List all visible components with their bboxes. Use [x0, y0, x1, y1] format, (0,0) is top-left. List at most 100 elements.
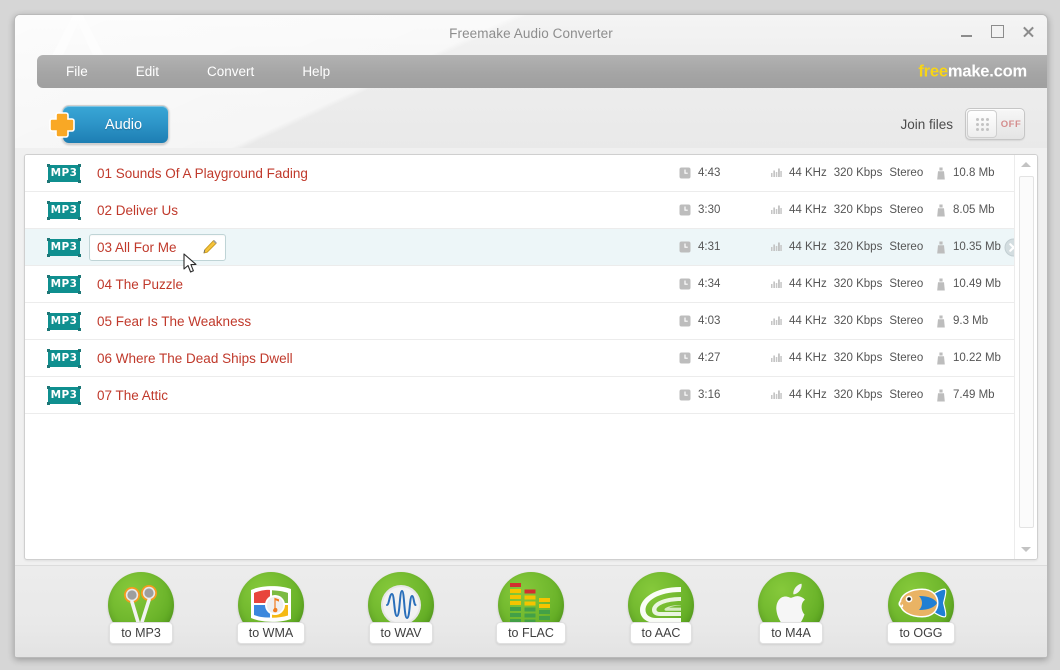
channels-value: Stereo: [889, 241, 923, 253]
table-row[interactable]: MP302 Deliver Us3:3044 KHz320 KbpsStereo…: [25, 192, 1015, 229]
format-badge-label: MP3: [51, 389, 78, 401]
table-row[interactable]: MP305 Fear Is The Weakness4:0344 KHz320 …: [25, 303, 1015, 340]
scroll-up-button[interactable]: [1015, 156, 1037, 173]
output-format-bar: to MP3 to WMA to WAV to FLAC to AAC to M4A to …: [15, 565, 1047, 658]
bitrate-value: 320 Kbps: [834, 278, 883, 290]
file-list: MP301 Sounds Of A Playground Fading4:434…: [25, 155, 1015, 559]
format-button-to-wav[interactable]: to WAV: [354, 570, 448, 654]
duration-icon: [679, 278, 691, 290]
audio-quality-icon: [771, 167, 782, 179]
format-badge-label: MP3: [51, 352, 78, 364]
duration-icon: [679, 241, 691, 253]
duration-icon: [679, 204, 691, 216]
format-button-label: to WAV: [369, 622, 434, 644]
format-badge-label: MP3: [51, 315, 78, 327]
mouse-cursor: [183, 253, 199, 275]
audio-quality-icon: [771, 204, 782, 216]
brand-make-text: make.com: [948, 62, 1027, 80]
audio-quality-icon: [771, 352, 782, 364]
file-size-icon: [936, 315, 946, 328]
channels-value: Stereo: [889, 278, 923, 290]
sample-rate-value: 44 KHz: [789, 315, 827, 327]
format-button-to-aac[interactable]: to AAC: [614, 570, 708, 654]
window-controls: [958, 23, 1037, 40]
duration-value: 4:31: [698, 241, 720, 253]
file-size-value: 9.3 Mb: [953, 315, 988, 327]
audio-info-cell: 44 KHz320 KbpsStereo: [771, 241, 923, 253]
file-size-cell: 10.35 Mb: [936, 241, 1001, 254]
channels-value: Stereo: [889, 315, 923, 327]
format-badge-label: MP3: [51, 167, 78, 179]
sample-rate-value: 44 KHz: [789, 278, 827, 290]
file-size-value: 10.49 Mb: [953, 278, 1001, 290]
table-row[interactable]: MP306 Where The Dead Ships Dwell4:2744 K…: [25, 340, 1015, 377]
duration-cell: 3:30: [679, 204, 720, 216]
freemake-brand-link[interactable]: freemake.com: [918, 62, 1027, 81]
mp3-format-icon: MP3: [48, 313, 80, 330]
table-row[interactable]: MP304 The Puzzle4:3444 KHz320 KbpsStereo…: [25, 266, 1015, 303]
file-size-icon: [936, 167, 946, 180]
window-header: Freemake Audio Converter File Edit Conve…: [15, 15, 1047, 148]
menu-item-help[interactable]: Help: [293, 60, 339, 83]
mp3-format-icon: MP3: [48, 350, 80, 367]
format-button-to-mp3[interactable]: to MP3: [94, 570, 188, 654]
file-list-panel: MP301 Sounds Of A Playground Fading4:434…: [24, 154, 1038, 560]
channels-value: Stereo: [889, 167, 923, 179]
audio-quality-icon: [771, 241, 782, 253]
close-button[interactable]: [1020, 23, 1037, 40]
join-files-toggle[interactable]: OFF: [965, 108, 1025, 140]
file-size-icon: [936, 352, 946, 365]
format-button-to-ogg[interactable]: to OGG: [874, 570, 968, 654]
duration-value: 4:03: [698, 315, 720, 327]
format-button-label: to OGG: [887, 622, 954, 644]
table-row[interactable]: MP3 03 All For Me 4:31 44 KHz320 KbpsStereo…: [25, 229, 1015, 266]
add-audio-button[interactable]: Audio: [62, 105, 169, 144]
format-button-to-m4a[interactable]: to M4A: [744, 570, 838, 654]
scrollbar-thumb[interactable]: [1019, 176, 1034, 528]
file-size-cell: 9.3 Mb: [936, 315, 988, 328]
channels-value: Stereo: [889, 352, 923, 364]
scroll-down-button[interactable]: [1015, 541, 1037, 558]
duration-cell: 3:16: [679, 389, 720, 401]
edit-pencil-icon[interactable]: [201, 239, 218, 256]
duration-cell: 4:03: [679, 315, 720, 327]
rename-input-value: 03 All For Me: [90, 240, 177, 255]
file-size-icon: [936, 241, 946, 254]
duration-value: 4:43: [698, 167, 720, 179]
duration-cell: 4:31: [679, 241, 720, 253]
sample-rate-value: 44 KHz: [789, 204, 827, 216]
minimize-button[interactable]: [958, 23, 975, 40]
bitrate-value: 320 Kbps: [834, 352, 883, 364]
format-button-label: to MP3: [109, 622, 173, 644]
format-button-label: to WMA: [237, 622, 305, 644]
duration-icon: [679, 389, 691, 401]
application-window: Freemake Audio Converter File Edit Conve…: [14, 14, 1048, 658]
duration-value: 3:30: [698, 204, 720, 216]
file-size-cell: 10.8 Mb: [936, 167, 995, 180]
duration-value: 3:16: [698, 389, 720, 401]
file-size-icon: [936, 389, 946, 402]
join-files-label: Join files: [900, 117, 953, 132]
file-size-icon: [936, 204, 946, 217]
maximize-button[interactable]: [989, 23, 1006, 40]
audio-info-cell: 44 KHz 320 Kbps Stereo: [771, 278, 923, 290]
menu-bar: File Edit Convert Help freemake.com: [37, 55, 1047, 88]
list-scrollbar[interactable]: [1014, 155, 1037, 559]
duration-icon: [679, 167, 691, 179]
duration-icon: [679, 315, 691, 327]
table-row[interactable]: MP307 The Attic3:1644 KHz320 KbpsStereo7…: [25, 377, 1015, 414]
track-title: 02 Deliver Us: [97, 203, 178, 218]
menu-item-convert[interactable]: Convert: [198, 60, 263, 83]
menu-item-file[interactable]: File: [57, 60, 97, 83]
mp3-format-icon: MP3: [48, 239, 80, 256]
rename-input[interactable]: 03 All For Me: [89, 234, 226, 261]
format-button-to-flac[interactable]: to FLAC: [484, 570, 578, 654]
menu-item-edit[interactable]: Edit: [127, 60, 168, 83]
sample-rate-value: 44 KHz: [789, 389, 827, 401]
brand-free-text: free: [918, 62, 947, 80]
format-button-to-wma[interactable]: to WMA: [224, 570, 318, 654]
table-row[interactable]: MP301 Sounds Of A Playground Fading4:434…: [25, 155, 1015, 192]
format-button-label: to AAC: [630, 622, 693, 644]
channels-value: Stereo: [889, 204, 923, 216]
join-files-control: Join files OFF: [900, 108, 1025, 140]
